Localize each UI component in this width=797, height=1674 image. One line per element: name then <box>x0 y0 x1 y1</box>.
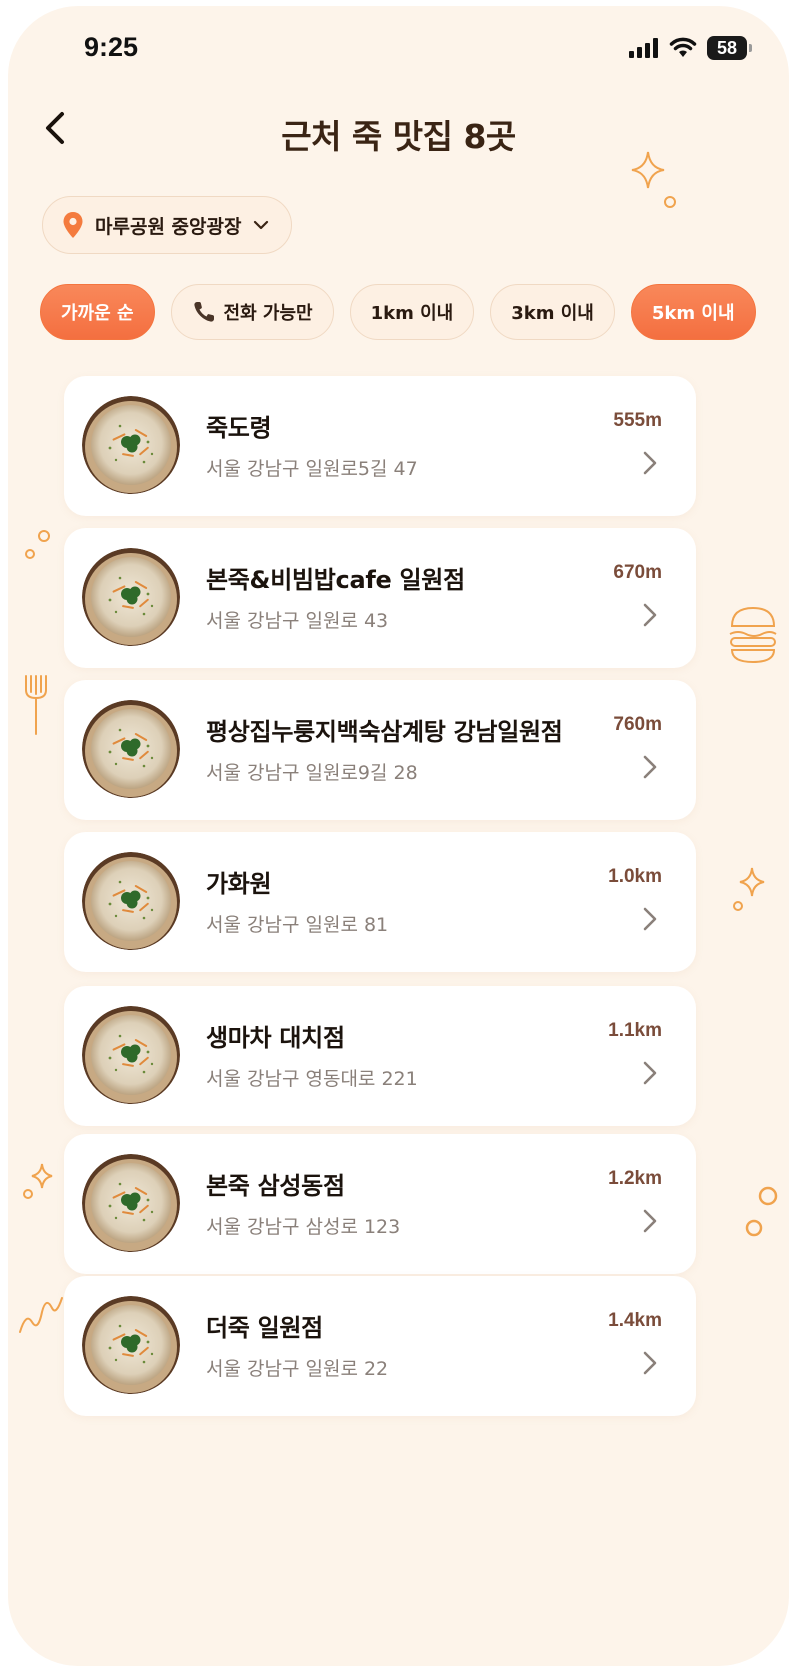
chip-label: 전화 가능만 <box>223 303 313 324</box>
restaurant-address: 서울 강남구 일원로5길 47 <box>206 458 418 480</box>
restaurant-name: 죽도령 <box>206 414 272 442</box>
phone-screen: 9:25 58 근처 죽 맛집 8곳 마루공원 중앙광장 가까운 순 전화 가능… <box>8 6 789 1666</box>
filter-chips: 가까운 순 전화 가능만 1km 이내 3km 이내 5km 이내 <box>40 284 756 340</box>
porridge-thumbnail <box>82 396 180 494</box>
restaurant-card[interactable]: 본죽 삼성동점서울 강남구 삼성로 123 1.2km <box>64 1134 696 1274</box>
wifi-icon <box>669 37 697 57</box>
chip-3km[interactable]: 3km 이내 <box>490 284 615 340</box>
sparkle-icon <box>23 1163 53 1199</box>
chevron-down-icon <box>254 220 269 230</box>
restaurant-distance: 760m <box>613 714 662 735</box>
chip-1km[interactable]: 1km 이내 <box>349 284 475 340</box>
swirl-icon <box>19 1297 63 1333</box>
signal-icon <box>629 38 658 58</box>
restaurant-address: 서울 강남구 일원로 22 <box>206 1358 389 1380</box>
phone-icon <box>193 302 214 322</box>
chevron-right-icon <box>642 1060 658 1086</box>
restaurant-address: 서울 강남구 일원로 43 <box>206 610 389 632</box>
restaurant-address: 서울 강남구 일원로9길 28 <box>206 762 418 784</box>
restaurant-card[interactable]: 본죽&비빔밥cafe 일원점서울 강남구 일원로 43 670m <box>64 528 696 668</box>
restaurant-name: 본죽&비빔밥cafe 일원점 <box>206 566 465 594</box>
restaurant-name: 가화원 <box>206 870 272 898</box>
restaurant-name: 더죽 일원점 <box>206 1314 323 1342</box>
chevron-right-icon <box>642 1350 658 1376</box>
restaurant-distance: 1.2km <box>608 1168 662 1189</box>
status-icons: 58 <box>629 36 752 60</box>
chevron-right-icon <box>642 754 658 780</box>
restaurant-distance: 1.0km <box>608 866 662 887</box>
chevron-right-icon <box>642 906 658 932</box>
restaurant-distance: 555m <box>613 410 662 431</box>
bubbles-icon <box>25 530 50 559</box>
sparkle-icon <box>733 867 765 911</box>
burger-icon <box>729 606 777 664</box>
chip-nearest[interactable]: 가까운 순 <box>40 284 155 340</box>
fork-icon <box>25 675 47 735</box>
restaurant-name: 본죽 삼성동점 <box>206 1172 345 1200</box>
bubbles-icon <box>745 1186 778 1237</box>
chip-phone-available[interactable]: 전화 가능만 <box>170 284 334 340</box>
restaurant-card[interactable]: 더죽 일원점서울 강남구 일원로 22 1.4km <box>64 1276 696 1416</box>
restaurant-distance: 670m <box>613 562 662 583</box>
chevron-right-icon <box>642 450 658 476</box>
restaurant-address: 서울 강남구 영동대로 221 <box>206 1068 418 1090</box>
location-selector[interactable]: 마루공원 중앙광장 <box>42 196 293 254</box>
restaurant-address: 서울 강남구 일원로 81 <box>206 914 389 936</box>
chevron-right-icon <box>642 602 658 628</box>
porridge-thumbnail <box>82 1296 180 1394</box>
porridge-thumbnail <box>82 852 180 950</box>
restaurant-name: 생마차 대치점 <box>206 1024 345 1052</box>
sparkle-icon <box>631 151 676 208</box>
restaurant-card[interactable]: 생마차 대치점서울 강남구 영동대로 221 1.1km <box>64 986 696 1126</box>
restaurant-card[interactable]: 죽도령서울 강남구 일원로5길 47 555m <box>64 376 696 516</box>
restaurant-name: 평상집누룽지백숙삼계탕 강남일원점 <box>206 718 563 746</box>
chip-label: 3km 이내 <box>511 303 594 324</box>
chip-label: 가까운 순 <box>61 303 134 324</box>
chip-5km[interactable]: 5km 이내 <box>630 284 756 340</box>
chip-label: 5km 이내 <box>651 303 735 324</box>
location-pin-icon <box>63 212 83 238</box>
restaurant-card[interactable]: 평상집누룽지백숙삼계탕 강남일원점서울 강남구 일원로9길 28 760m <box>64 680 696 820</box>
battery-indicator: 58 <box>707 36 752 60</box>
chevron-right-icon <box>642 1208 658 1234</box>
porridge-thumbnail <box>82 1006 180 1104</box>
restaurant-distance: 1.4km <box>608 1310 662 1331</box>
porridge-thumbnail <box>82 700 180 798</box>
location-label: 마루공원 중앙광장 <box>95 215 242 238</box>
porridge-thumbnail <box>82 548 180 646</box>
status-time: 9:25 <box>84 32 139 62</box>
chip-label: 1km 이내 <box>370 303 454 324</box>
restaurant-card[interactable]: 가화원서울 강남구 일원로 81 1.0km <box>64 832 696 972</box>
restaurant-address: 서울 강남구 삼성로 123 <box>206 1216 401 1238</box>
porridge-thumbnail <box>82 1154 180 1252</box>
restaurant-distance: 1.1km <box>608 1020 662 1041</box>
